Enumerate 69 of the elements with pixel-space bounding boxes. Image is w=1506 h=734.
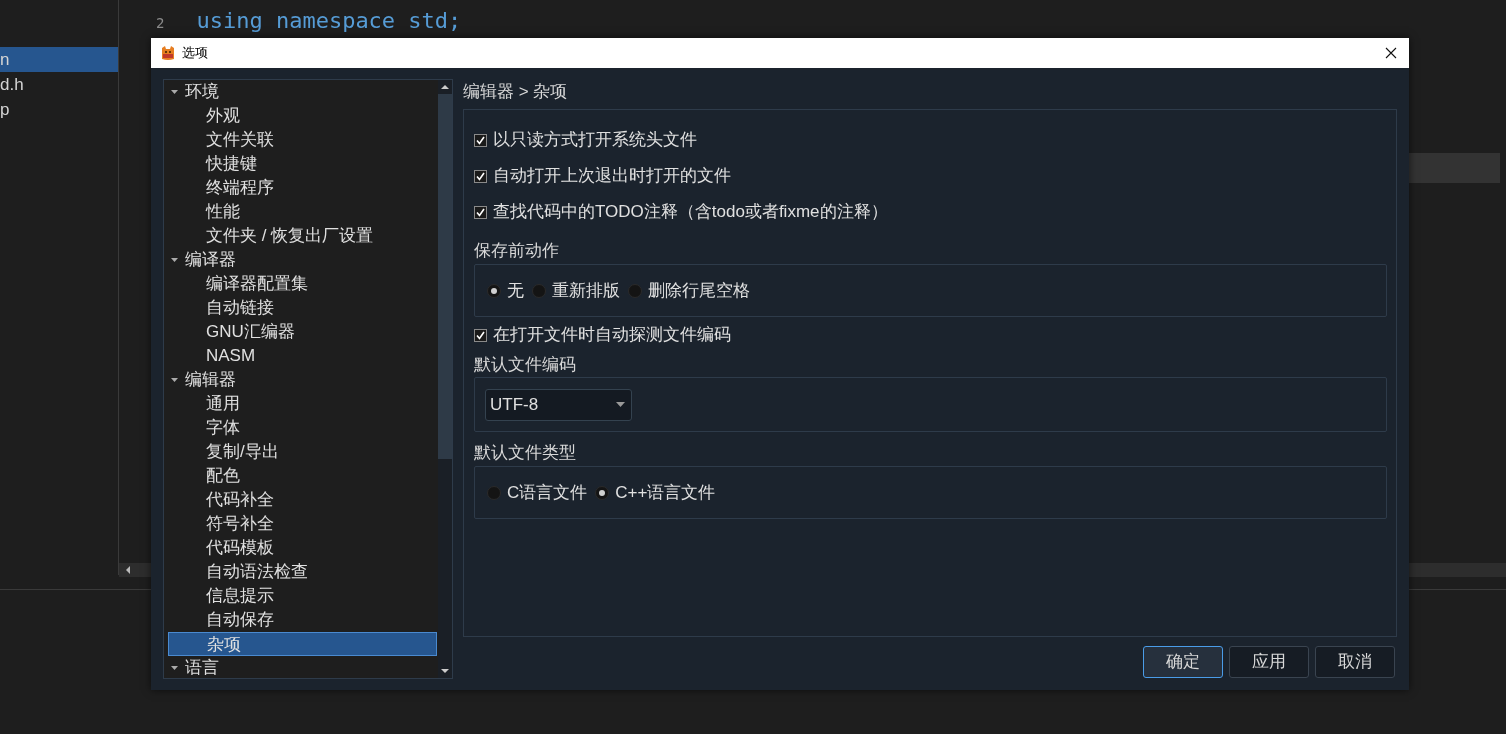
window-title: 选项: [182, 44, 208, 63]
tree-item[interactable]: 性能: [168, 200, 437, 224]
checkbox-label[interactable]: 在打开文件时自动探测文件编码: [493, 322, 731, 348]
tree-item[interactable]: 编辑器: [185, 368, 236, 392]
encoding-dropdown[interactable]: UTF-8: [485, 388, 632, 421]
vertical-scrollbar[interactable]: [438, 80, 452, 678]
check-icon: [476, 135, 485, 145]
code-line: using namespace std;: [196, 7, 462, 35]
radio-label[interactable]: 重新排版: [552, 277, 620, 304]
tree-item[interactable]: 语言: [185, 656, 219, 680]
radio-label[interactable]: 删除行尾空格: [648, 277, 750, 304]
tree-item[interactable]: 配色: [168, 464, 437, 488]
dialog-button[interactable]: 取消: [1315, 646, 1395, 678]
checkbox[interactable]: [474, 169, 487, 183]
collapse-icon[interactable]: [170, 663, 179, 673]
dropdown-caret-icon: [616, 402, 625, 407]
tree-item[interactable]: 复制/导出: [168, 440, 437, 464]
checkbox-label[interactable]: 自动打开上次退出时打开的文件: [493, 163, 731, 189]
tree-item[interactable]: 字体: [168, 416, 437, 440]
check-icon: [476, 207, 485, 217]
tree-item[interactable]: 环境: [185, 80, 219, 104]
close-icon[interactable]: [1385, 47, 1397, 59]
group-title: 保存前动作: [474, 240, 560, 262]
checkbox[interactable]: [474, 328, 487, 342]
radio-button[interactable]: [628, 283, 642, 298]
checkbox[interactable]: [474, 205, 487, 219]
tree-item[interactable]: 代码模板: [168, 536, 437, 560]
tree-item[interactable]: 杂项: [168, 632, 437, 656]
tree-item[interactable]: 通用: [168, 392, 437, 416]
tree-item[interactable]: 代码补全: [168, 488, 437, 512]
radio-label[interactable]: 无: [507, 277, 524, 304]
tree-item[interactable]: 终端程序: [168, 176, 437, 200]
checkbox-label[interactable]: 查找代码中的TODO注释（含todo或者fixme的注释）: [493, 199, 888, 225]
radio-button[interactable]: [487, 283, 501, 298]
collapse-icon[interactable]: [170, 87, 179, 97]
file-item[interactable]: p: [0, 97, 118, 122]
tree-item[interactable]: 符号补全: [168, 512, 437, 536]
file-item[interactable]: n: [0, 47, 118, 72]
tree-item[interactable]: 编译器配置集: [168, 272, 437, 296]
collapse-icon[interactable]: [170, 375, 179, 385]
dialog-button[interactable]: 应用: [1229, 646, 1309, 678]
tree-item[interactable]: 自动保存: [168, 608, 437, 632]
tree-item[interactable]: 文件关联: [168, 128, 437, 152]
tree-item[interactable]: GNU汇编器: [168, 320, 437, 344]
tree-item[interactable]: 文件夹 / 恢复出厂设置: [168, 224, 437, 248]
collapse-icon[interactable]: [170, 255, 179, 265]
radio-button[interactable]: [487, 485, 501, 500]
checkbox[interactable]: [474, 133, 487, 147]
tree-item[interactable]: 编译器: [185, 248, 236, 272]
radio-label[interactable]: C语言文件: [507, 479, 588, 506]
check-icon: [476, 330, 485, 340]
radio-button[interactable]: [595, 485, 610, 500]
file-item[interactable]: d.h: [0, 72, 118, 97]
tree-item[interactable]: 信息提示: [168, 584, 437, 608]
tree-item[interactable]: 快捷键: [168, 152, 437, 176]
breadcrumb: 编辑器 > 杂项: [463, 81, 569, 103]
app-icon: [160, 45, 176, 61]
radio-label[interactable]: C++语言文件: [615, 479, 716, 506]
group-title: 默认文件类型: [474, 442, 577, 464]
tree-item[interactable]: 外观: [168, 104, 437, 128]
tree-item[interactable]: 自动语法检查: [168, 560, 437, 584]
tree-item[interactable]: NASM: [168, 344, 437, 368]
line-number: 2: [156, 14, 165, 33]
radio-button[interactable]: [532, 283, 546, 298]
check-icon: [476, 171, 485, 181]
dialog-button[interactable]: 确定: [1143, 646, 1223, 678]
tree-item[interactable]: 自动链接: [168, 296, 437, 320]
checkbox-label[interactable]: 以只读方式打开系统头文件: [493, 127, 697, 153]
group-title: 默认文件编码: [474, 354, 577, 376]
